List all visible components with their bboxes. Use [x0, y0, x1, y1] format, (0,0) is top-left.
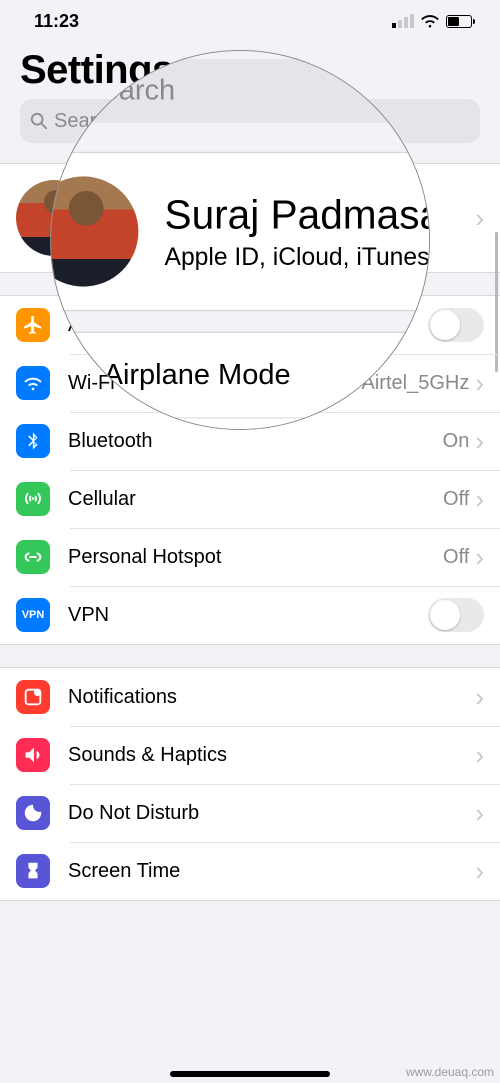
hotspot-label: Personal Hotspot	[68, 546, 443, 569]
dnd-icon	[16, 796, 50, 830]
search-input[interactable]: Search	[20, 99, 480, 143]
chevron-right-icon: ›	[475, 484, 484, 515]
airplane-toggle[interactable]	[428, 308, 484, 342]
hotspot-row[interactable]: Personal Hotspot Off ›	[0, 528, 500, 586]
hotspot-icon	[16, 540, 50, 574]
chevron-right-icon: ›	[475, 368, 484, 399]
wifi-status-icon	[420, 14, 440, 29]
apple-id-row[interactable]: Suraj Padmasali Apple ID, iCloud, iTunes…	[0, 164, 500, 272]
vpn-icon: VPN	[16, 598, 50, 632]
dnd-row[interactable]: Do Not Disturb ›	[0, 784, 500, 842]
screentime-row[interactable]: Screen Time ›	[0, 842, 500, 900]
vpn-label: VPN	[68, 604, 428, 627]
cellular-row[interactable]: Cellular Off ›	[0, 470, 500, 528]
cellular-label: Cellular	[68, 488, 443, 511]
wifi-value: Airtel_5GHz	[362, 372, 470, 395]
search-placeholder: Search	[54, 110, 117, 133]
battery-icon	[446, 15, 472, 28]
sounds-row[interactable]: Sounds & Haptics ›	[0, 726, 500, 784]
chevron-right-icon: ›	[475, 203, 484, 234]
watermark: www.deuaq.com	[406, 1065, 494, 1079]
dnd-label: Do Not Disturb	[68, 802, 475, 825]
profile-avatar	[16, 180, 92, 256]
screentime-icon	[16, 854, 50, 888]
vpn-row[interactable]: VPN VPN	[0, 586, 500, 644]
profile-name: Suraj Padmasali	[110, 194, 475, 222]
chevron-right-icon: ›	[475, 682, 484, 713]
chevron-right-icon: ›	[475, 798, 484, 829]
vpn-toggle[interactable]	[428, 598, 484, 632]
chevron-right-icon: ›	[475, 856, 484, 887]
wifi-label: Wi-Fi	[68, 372, 362, 395]
bluetooth-value: On	[443, 430, 470, 453]
cellular-signal-icon	[392, 14, 414, 28]
cellular-value: Off	[443, 488, 469, 511]
page-title: Settings	[20, 48, 480, 93]
sounds-icon	[16, 738, 50, 772]
bluetooth-icon	[16, 424, 50, 458]
notifications-icon	[16, 680, 50, 714]
wifi-icon	[16, 366, 50, 400]
status-time: 11:23	[34, 11, 79, 32]
airplane-mode-row[interactable]: Airplane Mode	[0, 296, 500, 354]
bluetooth-label: Bluetooth	[68, 430, 443, 453]
chevron-right-icon: ›	[475, 740, 484, 771]
bluetooth-row[interactable]: Bluetooth On ›	[0, 412, 500, 470]
chevron-right-icon: ›	[475, 542, 484, 573]
wifi-row[interactable]: Wi-Fi Airtel_5GHz ›	[0, 354, 500, 412]
notifications-row[interactable]: Notifications ›	[0, 668, 500, 726]
status-bar: 11:23	[0, 0, 500, 38]
sounds-label: Sounds & Haptics	[68, 744, 475, 767]
profile-subtitle: Apple ID, iCloud, iTunes & App Store	[110, 225, 475, 242]
airplane-icon	[16, 308, 50, 342]
hotspot-value: Off	[443, 546, 469, 569]
search-icon	[30, 112, 48, 130]
screentime-label: Screen Time	[68, 860, 475, 883]
home-indicator[interactable]	[170, 1071, 330, 1077]
notifications-label: Notifications	[68, 686, 475, 709]
chevron-right-icon: ›	[475, 426, 484, 457]
airplane-label: Airplane Mode	[68, 314, 428, 337]
cellular-icon	[16, 482, 50, 516]
